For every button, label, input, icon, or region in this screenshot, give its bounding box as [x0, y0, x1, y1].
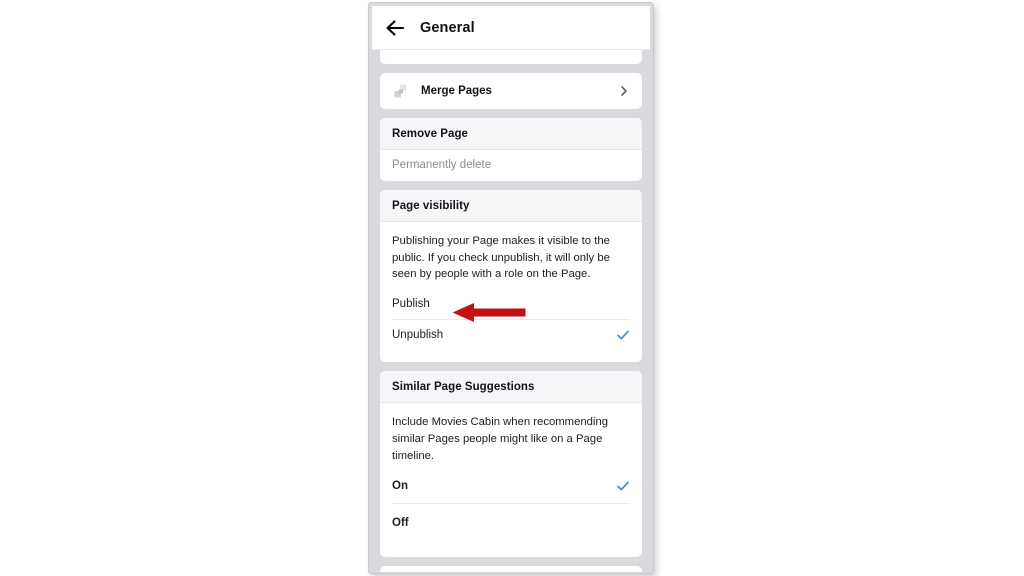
page-visibility-card: Page visibility Publishing your Page mak… — [380, 190, 642, 363]
remove-page-title: Remove Page — [380, 118, 642, 150]
settings-scroll-area[interactable]: Merge Pages Remove Page Permanently dele… — [372, 50, 650, 572]
merge-pages-card: Merge Pages — [380, 73, 642, 109]
content-moderation-row[interactable]: Content moderation — [380, 566, 642, 572]
page-visibility-description: Publishing your Page makes it visible to… — [392, 235, 610, 281]
option-off[interactable]: Off — [380, 503, 642, 543]
check-icon — [616, 328, 630, 342]
option-publish[interactable]: Publish — [380, 288, 642, 319]
partial-card-top — [380, 50, 642, 64]
card-bottom-padding — [380, 350, 642, 362]
option-unpublish-label: Unpublish — [392, 328, 444, 341]
permanently-delete-row[interactable]: Permanently delete — [380, 150, 642, 181]
merge-pages-icon — [392, 82, 410, 100]
option-on[interactable]: On — [380, 469, 642, 503]
similar-page-suggestions-title: Similar Page Suggestions — [380, 371, 642, 404]
remove-page-card: Remove Page Permanently delete — [380, 118, 642, 181]
page-visibility-title: Page visibility — [380, 190, 642, 222]
merge-pages-label: Merge Pages — [421, 85, 492, 97]
screenshot-canvas: General Merge Pages Remove Page Permanen… — [0, 0, 1024, 576]
option-unpublish[interactable]: Unpublish — [380, 319, 642, 350]
similar-page-suggestions-card: Similar Page Suggestions Include Movies … — [380, 371, 642, 558]
phone-screen: General Merge Pages Remove Page Permanen… — [372, 6, 650, 572]
merge-pages-row[interactable]: Merge Pages — [380, 73, 642, 109]
content-moderation-card: Content moderation — [380, 566, 642, 572]
page-title: General — [420, 19, 475, 36]
option-off-label: Off — [392, 517, 409, 530]
phone-frame: General Merge Pages Remove Page Permanen… — [368, 2, 654, 574]
back-arrow-icon[interactable] — [384, 17, 406, 39]
check-icon — [616, 479, 630, 493]
similar-page-suggestions-description: Include Movies Cabin when recommending s… — [392, 416, 609, 462]
chevron-right-icon — [618, 85, 630, 97]
option-on-label: On — [392, 480, 408, 493]
card-bottom-padding — [380, 543, 642, 557]
app-header: General — [372, 6, 650, 50]
option-publish-label: Publish — [392, 297, 430, 310]
